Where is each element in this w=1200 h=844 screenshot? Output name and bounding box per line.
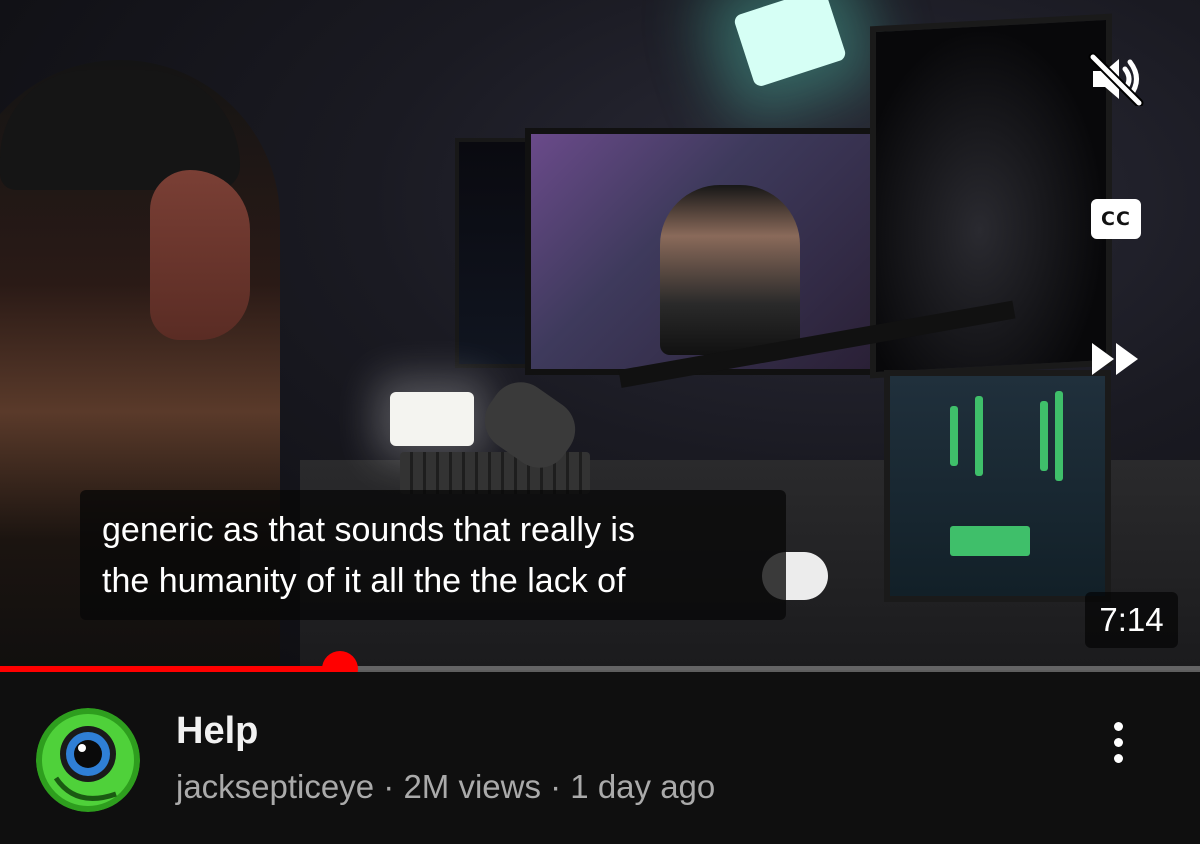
volume-muted-icon [1088,52,1144,106]
duration-badge: 7:14 [1085,592,1178,648]
video-meta: jacksepticeye · 2M views · 1 day ago [176,768,715,806]
video-title[interactable]: Help [176,710,258,753]
caption-line-1: generic as that sounds that really is [102,511,635,549]
more-vertical-icon-dot [1113,737,1123,747]
closed-captions-icon: CC [1091,199,1141,239]
more-vertical-icon-dot [1113,753,1123,763]
more-vertical-icon [1113,721,1123,731]
fast-forward-icon [1092,343,1138,375]
video-player[interactable]: CC generic as that sounds that really is… [0,0,1200,670]
video-info[interactable]: Help jacksepticeye · 2M views · 1 day ag… [0,672,1200,844]
more-options-button[interactable] [1098,712,1138,772]
view-count: 2M views [403,768,541,805]
scene-audio-monitor [884,370,1111,602]
meta-separator: · [540,768,571,805]
upload-age: 1 day ago [570,768,716,805]
captions-label: CC [1101,208,1131,230]
avatar[interactable] [36,708,140,812]
scene-streamer [660,185,800,355]
channel-name[interactable]: jacksepticeye [176,768,374,805]
septiceye-logo [36,708,140,812]
scene-light-panel [732,0,848,88]
scene-desk-light [390,392,474,446]
meta-separator: · [374,768,404,805]
mute-button[interactable] [1085,50,1147,108]
caption-line-2: the humanity of it all the the lack of [102,562,626,600]
scene-keyboard [400,452,590,494]
scene-left-monitor [455,138,533,368]
caption-box: generic as that sounds that really is th… [80,490,786,620]
scene-face [150,170,250,340]
fast-forward-button[interactable] [1088,336,1144,382]
captions-button[interactable]: CC [1088,196,1144,242]
